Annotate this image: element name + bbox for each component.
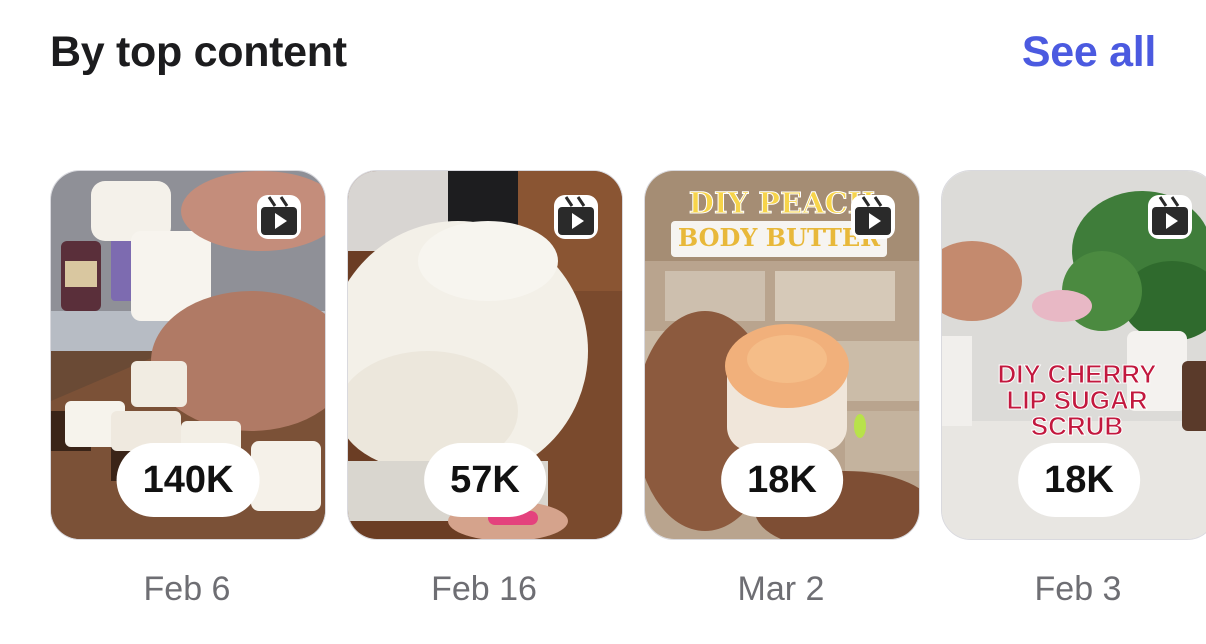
reel-thumbnail[interactable]: 140K — [50, 170, 326, 540]
view-count-badge: 18K — [1018, 443, 1140, 517]
post-date: Feb 16 — [431, 570, 537, 608]
content-card[interactable]: DIY CHERRY LIP SUGAR SCRUB 18K Feb 3 — [941, 170, 1206, 609]
reel-icon — [1148, 195, 1192, 239]
content-card[interactable]: 140K Feb 6 — [50, 170, 326, 609]
see-all-link[interactable]: See all — [1022, 28, 1156, 77]
thumbnail-caption-line-3: SCRUB — [1030, 411, 1124, 441]
section-header: By top content See all — [50, 24, 1156, 80]
view-count-badge: 140K — [116, 443, 260, 517]
reel-icon — [851, 195, 895, 239]
thumbnail-caption-line-2: LIP SUGAR — [1006, 385, 1148, 415]
reel-icon — [257, 195, 301, 239]
top-content-section: By top content See all 140K Feb 6 57K Fe… — [0, 0, 1206, 644]
content-card[interactable]: DIY PEACH BODY BUTTER 18K Mar 2 — [644, 170, 920, 609]
view-count-badge: 57K — [424, 443, 546, 517]
reel-icon — [554, 195, 598, 239]
thumbnail-caption-line-1: DIY CHERRY — [997, 359, 1157, 389]
post-date: Mar 2 — [737, 570, 825, 608]
reel-thumbnail[interactable]: DIY CHERRY LIP SUGAR SCRUB 18K — [941, 170, 1206, 540]
post-date: Feb 6 — [143, 570, 231, 608]
reel-thumbnail[interactable]: 57K — [347, 170, 623, 540]
reel-thumbnail[interactable]: DIY PEACH BODY BUTTER 18K — [644, 170, 920, 540]
content-carousel[interactable]: 140K Feb 6 57K Feb 16 DIY PEACH BODY BUT… — [50, 170, 1206, 630]
post-date: Feb 3 — [1034, 570, 1122, 608]
view-count-badge: 18K — [721, 443, 843, 517]
content-card[interactable]: 57K Feb 16 — [347, 170, 623, 609]
section-title: By top content — [50, 27, 347, 76]
